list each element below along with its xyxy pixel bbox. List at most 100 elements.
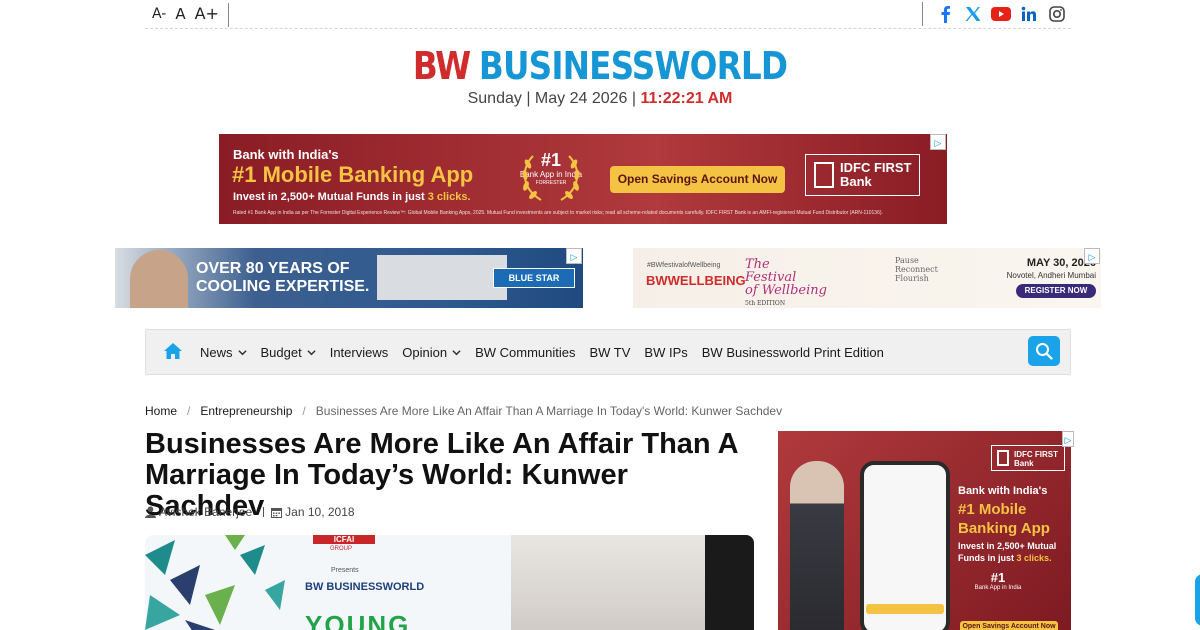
hero-backdrop: ICFAI GROUP Presents BW BUSINESSWORLD YO…	[145, 535, 511, 630]
article-hero-image[interactable]: ICFAI GROUP Presents BW BUSINESSWORLD YO…	[145, 535, 754, 630]
register-now-button[interactable]: REGISTER NOW	[1016, 284, 1096, 298]
presents-text: Presents	[331, 567, 359, 574]
nav-item-interviews[interactable]: Interviews	[330, 345, 389, 360]
article-byline: Avishek Banerjee Jan 10, 2018	[145, 505, 355, 519]
font-decrease-button[interactable]: A-	[152, 5, 166, 23]
nav-item-label: BW IPs	[644, 344, 688, 360]
bank-name-2: Bank	[1014, 459, 1034, 468]
nav-item-bw-tv[interactable]: BW TV	[589, 345, 630, 360]
bank-logo: IDFC FIRST Bank	[805, 154, 920, 196]
ad-text-line-1: OVER 80 YEARS OF	[196, 260, 350, 277]
breadcrumb-current: Businesses Are More Like An Affair Than …	[315, 404, 783, 418]
nav-item-label: BW Businessworld Print Edition	[701, 344, 884, 360]
breadcrumb-separator: /	[187, 404, 191, 418]
current-date: Sunday | May 24 2026 |	[467, 90, 637, 107]
hero-event-title: YOUNG	[305, 610, 411, 630]
font-increase-button[interactable]: A+	[195, 5, 219, 23]
adchoices-icon[interactable]: ▷	[930, 134, 946, 150]
divider	[228, 3, 229, 27]
youtube-icon[interactable]	[991, 4, 1011, 24]
article-author[interactable]: Avishek Banerjee	[159, 505, 252, 519]
breadcrumb-separator: /	[302, 404, 306, 418]
ad-brand: BLUE STAR	[493, 268, 575, 288]
nav-item-label: News	[200, 344, 233, 360]
bank-name-1: IDFC FIRST	[1014, 450, 1058, 459]
hero-dark-edge	[705, 535, 754, 630]
nav-item-bw-communities[interactable]: BW Communities	[475, 345, 575, 360]
tagline-2: Reconnect	[895, 265, 938, 274]
font-size-controls: A- A A+	[152, 3, 229, 27]
ad-text: OVER 80 YEARS OF COOLING EXPERTISE.	[196, 260, 369, 296]
bank-logo-icon	[814, 162, 834, 188]
breadcrumb-home[interactable]: Home	[145, 404, 177, 418]
nav-item-label: BW Communities	[475, 344, 576, 360]
bank-logo-icon	[997, 450, 1009, 466]
open-account-button[interactable]: Open Savings Account Now	[960, 621, 1058, 630]
main-nav: News Budget Interviews Opinion BW Commun…	[145, 329, 1071, 375]
top-utility-bar: A- A A+	[145, 0, 1071, 29]
home-icon[interactable]	[163, 342, 183, 362]
ad-person-image	[130, 250, 188, 308]
nav-item-news[interactable]: News	[200, 345, 247, 360]
chevron-down-icon	[307, 349, 316, 355]
top-banner-ad[interactable]: Bank with India's #1 Mobile Banking App …	[219, 134, 947, 224]
tagline-3: Flourish	[895, 274, 929, 283]
x-icon[interactable]	[963, 4, 983, 24]
icfai-logo: ICFAI	[313, 535, 375, 544]
laurel-icon	[522, 155, 580, 201]
hero-bw-logo: BW BUSINESSWORLD	[305, 581, 425, 593]
ad-line-2: #1 Mobile Banking App	[232, 162, 474, 187]
search-button[interactable]	[1028, 336, 1060, 366]
nav-item-bw-ips[interactable]: BW IPs	[644, 345, 687, 360]
nav-item-budget[interactable]: Budget	[261, 345, 316, 360]
nav-item-label: BW TV	[589, 344, 631, 360]
article-date: Jan 10, 2018	[285, 505, 355, 519]
ad-product-image	[377, 255, 507, 300]
linkedin-icon[interactable]	[1019, 4, 1039, 24]
ad-bw-wellbeing: BWWELLBEING	[646, 273, 746, 288]
breadcrumb-section[interactable]: Entrepreneurship	[200, 404, 292, 418]
nav-menu: News Budget Interviews Opinion BW Commun…	[200, 330, 898, 374]
breadcrumb: Home / Entrepreneurship / Businesses Are…	[145, 404, 782, 418]
badge-number: #1	[990, 570, 1006, 585]
nav-item-label: Opinion	[402, 344, 448, 360]
open-account-button[interactable]: Open Savings Account Now	[610, 166, 785, 193]
nav-item-opinion[interactable]: Opinion	[402, 345, 461, 360]
ad-text-line-2: COOLING EXPERTISE.	[196, 278, 370, 295]
facebook-icon[interactable]	[935, 4, 955, 24]
adchoices-icon[interactable]: ▷	[566, 248, 582, 264]
nav-item-print-edition[interactable]: BW Businessworld Print Edition	[702, 345, 884, 360]
ad-disclaimer: Rated #1 Bank App in India as per The Fo…	[233, 210, 883, 216]
logo-name: BUSINESSWORLD	[478, 44, 788, 88]
festival-edition: 5th EDITION	[745, 300, 786, 307]
site-logo[interactable]: BW BUSINESSWORLD	[84, 44, 1116, 88]
left-banner-ad[interactable]: OVER 80 YEARS OF COOLING EXPERTISE. BLUE…	[115, 248, 583, 308]
ad-line-3: Invest in 2,500+ Mutual Funds in just 3 …	[233, 191, 471, 203]
ad-hashtag: #BWfestivalofWellbeing	[647, 262, 721, 269]
floating-side-tab[interactable]	[1195, 574, 1200, 626]
ad-tagline: Pause Reconnect Flourish	[895, 256, 938, 283]
side-banner-ad[interactable]: IDFC FIRST Bank Bank with India's #1 Mob…	[778, 431, 1071, 630]
right-banner-ad[interactable]: #BWfestivalofWellbeing BWWELLBEING The F…	[633, 248, 1101, 308]
ad-line-1: Bank with India's	[958, 485, 1048, 497]
ad-line-3: Invest in 2,500+ Mutual Funds in just 3 …	[958, 540, 1063, 564]
award-badge: #1 Bank App in India	[973, 571, 1023, 592]
ad-phone-image	[860, 461, 950, 630]
tagline-1: Pause	[895, 256, 919, 265]
font-normal-button[interactable]: A	[175, 5, 185, 23]
ad-line-2: #1 Mobile Banking App	[958, 501, 1050, 537]
icfai-logo-text: ICFAI	[333, 535, 355, 544]
bank-name-2: Bank	[840, 174, 872, 189]
badge-text: Bank App in India	[974, 585, 1022, 591]
ad-line-1: Bank with India's	[233, 147, 339, 162]
nav-item-label: Interviews	[329, 344, 389, 360]
phone-screen-button	[866, 604, 944, 614]
adchoices-icon[interactable]: ▷	[1084, 248, 1100, 264]
festival-line-3: of Wellbeing	[745, 283, 827, 298]
instagram-icon[interactable]	[1047, 4, 1067, 24]
chevron-down-icon	[237, 349, 247, 355]
search-icon	[1036, 343, 1053, 360]
adchoices-icon[interactable]: ▷	[1062, 431, 1074, 447]
divider	[263, 507, 265, 517]
calendar-icon	[271, 507, 283, 518]
